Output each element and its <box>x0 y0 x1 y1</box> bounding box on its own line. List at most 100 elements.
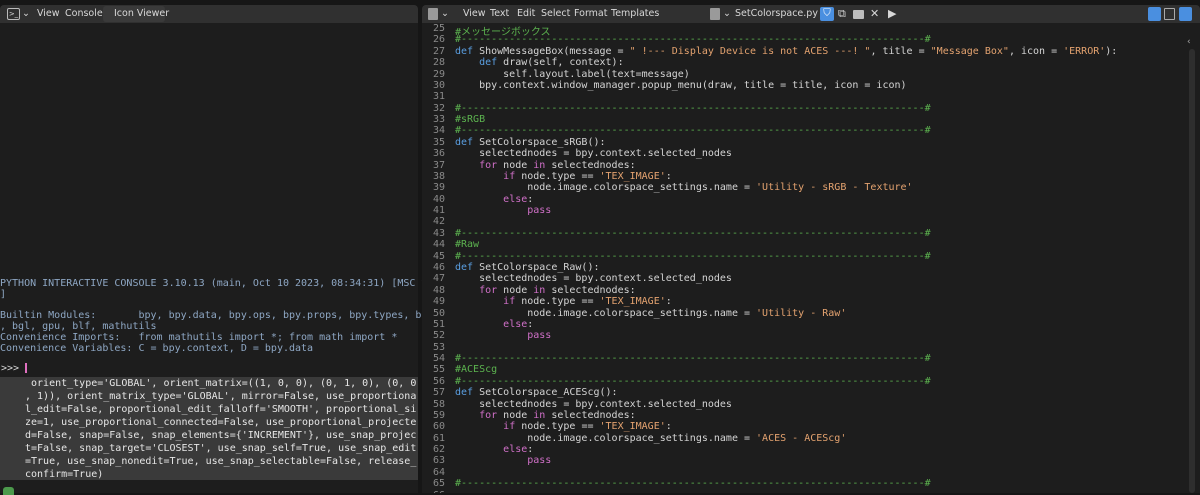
code-text: def SetColorspace_sRGB(): <box>455 137 606 148</box>
code-text: if node.type == 'TEX_IMAGE': <box>455 296 672 307</box>
code-text: #---------------------------------------… <box>455 251 931 262</box>
menu-select[interactable]: Select <box>541 8 570 19</box>
line-number: 54 <box>432 353 445 365</box>
menu-edit[interactable]: Edit <box>517 8 535 19</box>
code-token: def <box>455 387 474 399</box>
code-text: selectednodes = bpy.context.selected_nod… <box>455 273 732 284</box>
shield-icon[interactable]: ⛉ <box>820 7 834 21</box>
console-output: orient_type='GLOBAL', orient_matrix=((1,… <box>0 377 418 480</box>
chevron-down-icon[interactable]: ⌄ <box>441 8 449 19</box>
close-icon[interactable]: ✕ <box>870 7 879 20</box>
code-token: self.layout.label(text=message) <box>455 68 690 80</box>
code-token: SetColorspace_ACEScg(): <box>473 387 618 399</box>
code-token: else <box>503 318 528 330</box>
code-text: #---------------------------------------… <box>455 353 931 364</box>
code-token: #ACEScg <box>455 364 498 376</box>
console-editor-type-icon[interactable]: >_ <box>7 8 20 20</box>
line-number: 33 <box>432 114 445 126</box>
code-token: SetColorspace_Raw(): <box>473 261 600 273</box>
word-wrap-toggle-icon[interactable] <box>1164 8 1175 20</box>
code-token: #---------------------------------------… <box>455 478 931 490</box>
code-token: node.type == <box>515 421 600 433</box>
sidebar-toggle-icon[interactable]: ‹ <box>1187 37 1191 47</box>
line-number: 38 <box>432 170 445 182</box>
line-number: 31 <box>432 91 445 103</box>
code-text: #---------------------------------------… <box>455 34 931 45</box>
line-number: 57 <box>432 387 445 399</box>
python-console[interactable]: PYTHON INTERACTIVE CONSOLE 3.10.13 (main… <box>0 23 548 495</box>
code-token: def <box>455 45 474 57</box>
code-token: 'TEX_IMAGE' <box>599 296 666 308</box>
line-number: 34 <box>432 125 445 137</box>
line-numbers-toggle-icon[interactable] <box>1148 7 1161 21</box>
menu-console[interactable]: Console <box>65 8 103 19</box>
code-text: if node.type == 'TEX_IMAGE': <box>455 171 672 182</box>
chevron-down-icon[interactable]: ⌄ <box>723 8 731 19</box>
line-number: 41 <box>432 205 445 217</box>
menu-format[interactable]: Format <box>574 8 607 19</box>
code-token: in <box>533 409 546 421</box>
code-text: #---------------------------------------… <box>455 478 931 489</box>
code-text: self.layout.label(text=message) <box>455 69 690 80</box>
line-number: 47 <box>432 273 445 285</box>
console-output-line: confirm=True) <box>25 469 104 480</box>
code-token: selectednodes = bpy.context.selected_nod… <box>455 148 732 160</box>
line-number: 27 <box>432 45 445 57</box>
code-token: : <box>665 296 672 308</box>
code-token: #---------------------------------------… <box>455 250 931 262</box>
console-prompt[interactable]: >>> <box>1 363 28 374</box>
code-text: def SetColorspace_ACEScg(): <box>455 387 618 398</box>
console-banner-line: Convenience Imports: from mathutils impo… <box>0 332 398 343</box>
copy-icon[interactable]: ⧉ <box>838 7 846 21</box>
console-output-line: l_edit=False, proportional_edit_falloff=… <box>25 404 417 415</box>
line-number: 25 <box>432 23 445 34</box>
code-token: node <box>497 159 534 171</box>
status-icon <box>3 487 14 495</box>
code-token: "Message Box" <box>930 45 1009 57</box>
code-token: selectednodes: <box>545 284 636 296</box>
code-token: for <box>479 159 498 171</box>
code-editor[interactable]: 25 #メッセージボックス 26 #-------------------------… <box>422 23 1200 493</box>
folder-icon[interactable] <box>853 10 864 19</box>
code-token: node.image.colorspace_settings.name = <box>455 182 757 194</box>
code-token: in <box>533 159 546 171</box>
menu-view[interactable]: View <box>37 8 60 19</box>
code-token: #---------------------------------------… <box>455 125 931 137</box>
line-number: 26 <box>432 34 445 46</box>
line-number: 35 <box>432 136 445 148</box>
play-icon[interactable]: ▶ <box>888 7 896 20</box>
code-token: ): <box>1105 45 1118 57</box>
text-editor-type-icon[interactable] <box>428 8 438 20</box>
line-number: 45 <box>432 250 445 262</box>
code-token: draw(self, context): <box>497 57 624 69</box>
tab-icon-viewer-label[interactable]: Icon Viewer <box>114 8 169 19</box>
menu-text[interactable]: Text <box>490 8 509 19</box>
code-token: node.type == <box>515 170 600 182</box>
scrollbar[interactable] <box>1189 49 1195 493</box>
code-text: def draw(self, context): <box>455 57 624 68</box>
line-number: 39 <box>432 182 445 194</box>
console-banner-line: ] <box>0 289 7 300</box>
code-text: #---------------------------------------… <box>455 376 931 387</box>
menu-templates[interactable]: Templates <box>611 8 659 19</box>
code-token: selectednodes: <box>545 159 636 171</box>
menu-view[interactable]: View <box>463 8 486 19</box>
file-name[interactable]: SetColorspace.py <box>735 8 818 19</box>
line-number: 55 <box>432 364 445 376</box>
code-text: pass <box>455 205 551 216</box>
syntax-highlight-toggle-icon[interactable] <box>1179 7 1192 21</box>
line-number: 59 <box>432 409 445 421</box>
line-number: 32 <box>432 102 445 114</box>
code-token: : <box>527 444 534 456</box>
code-token: #---------------------------------------… <box>455 353 931 365</box>
line-number: 63 <box>432 455 445 467</box>
code-text: else: <box>455 444 533 455</box>
chevron-down-icon[interactable]: ⌄ <box>22 8 30 19</box>
text-file-icon[interactable] <box>710 8 720 20</box>
code-text: if node.type == 'TEX_IMAGE': <box>455 421 672 432</box>
code-token: node.image.colorspace_settings.name = <box>455 307 757 319</box>
